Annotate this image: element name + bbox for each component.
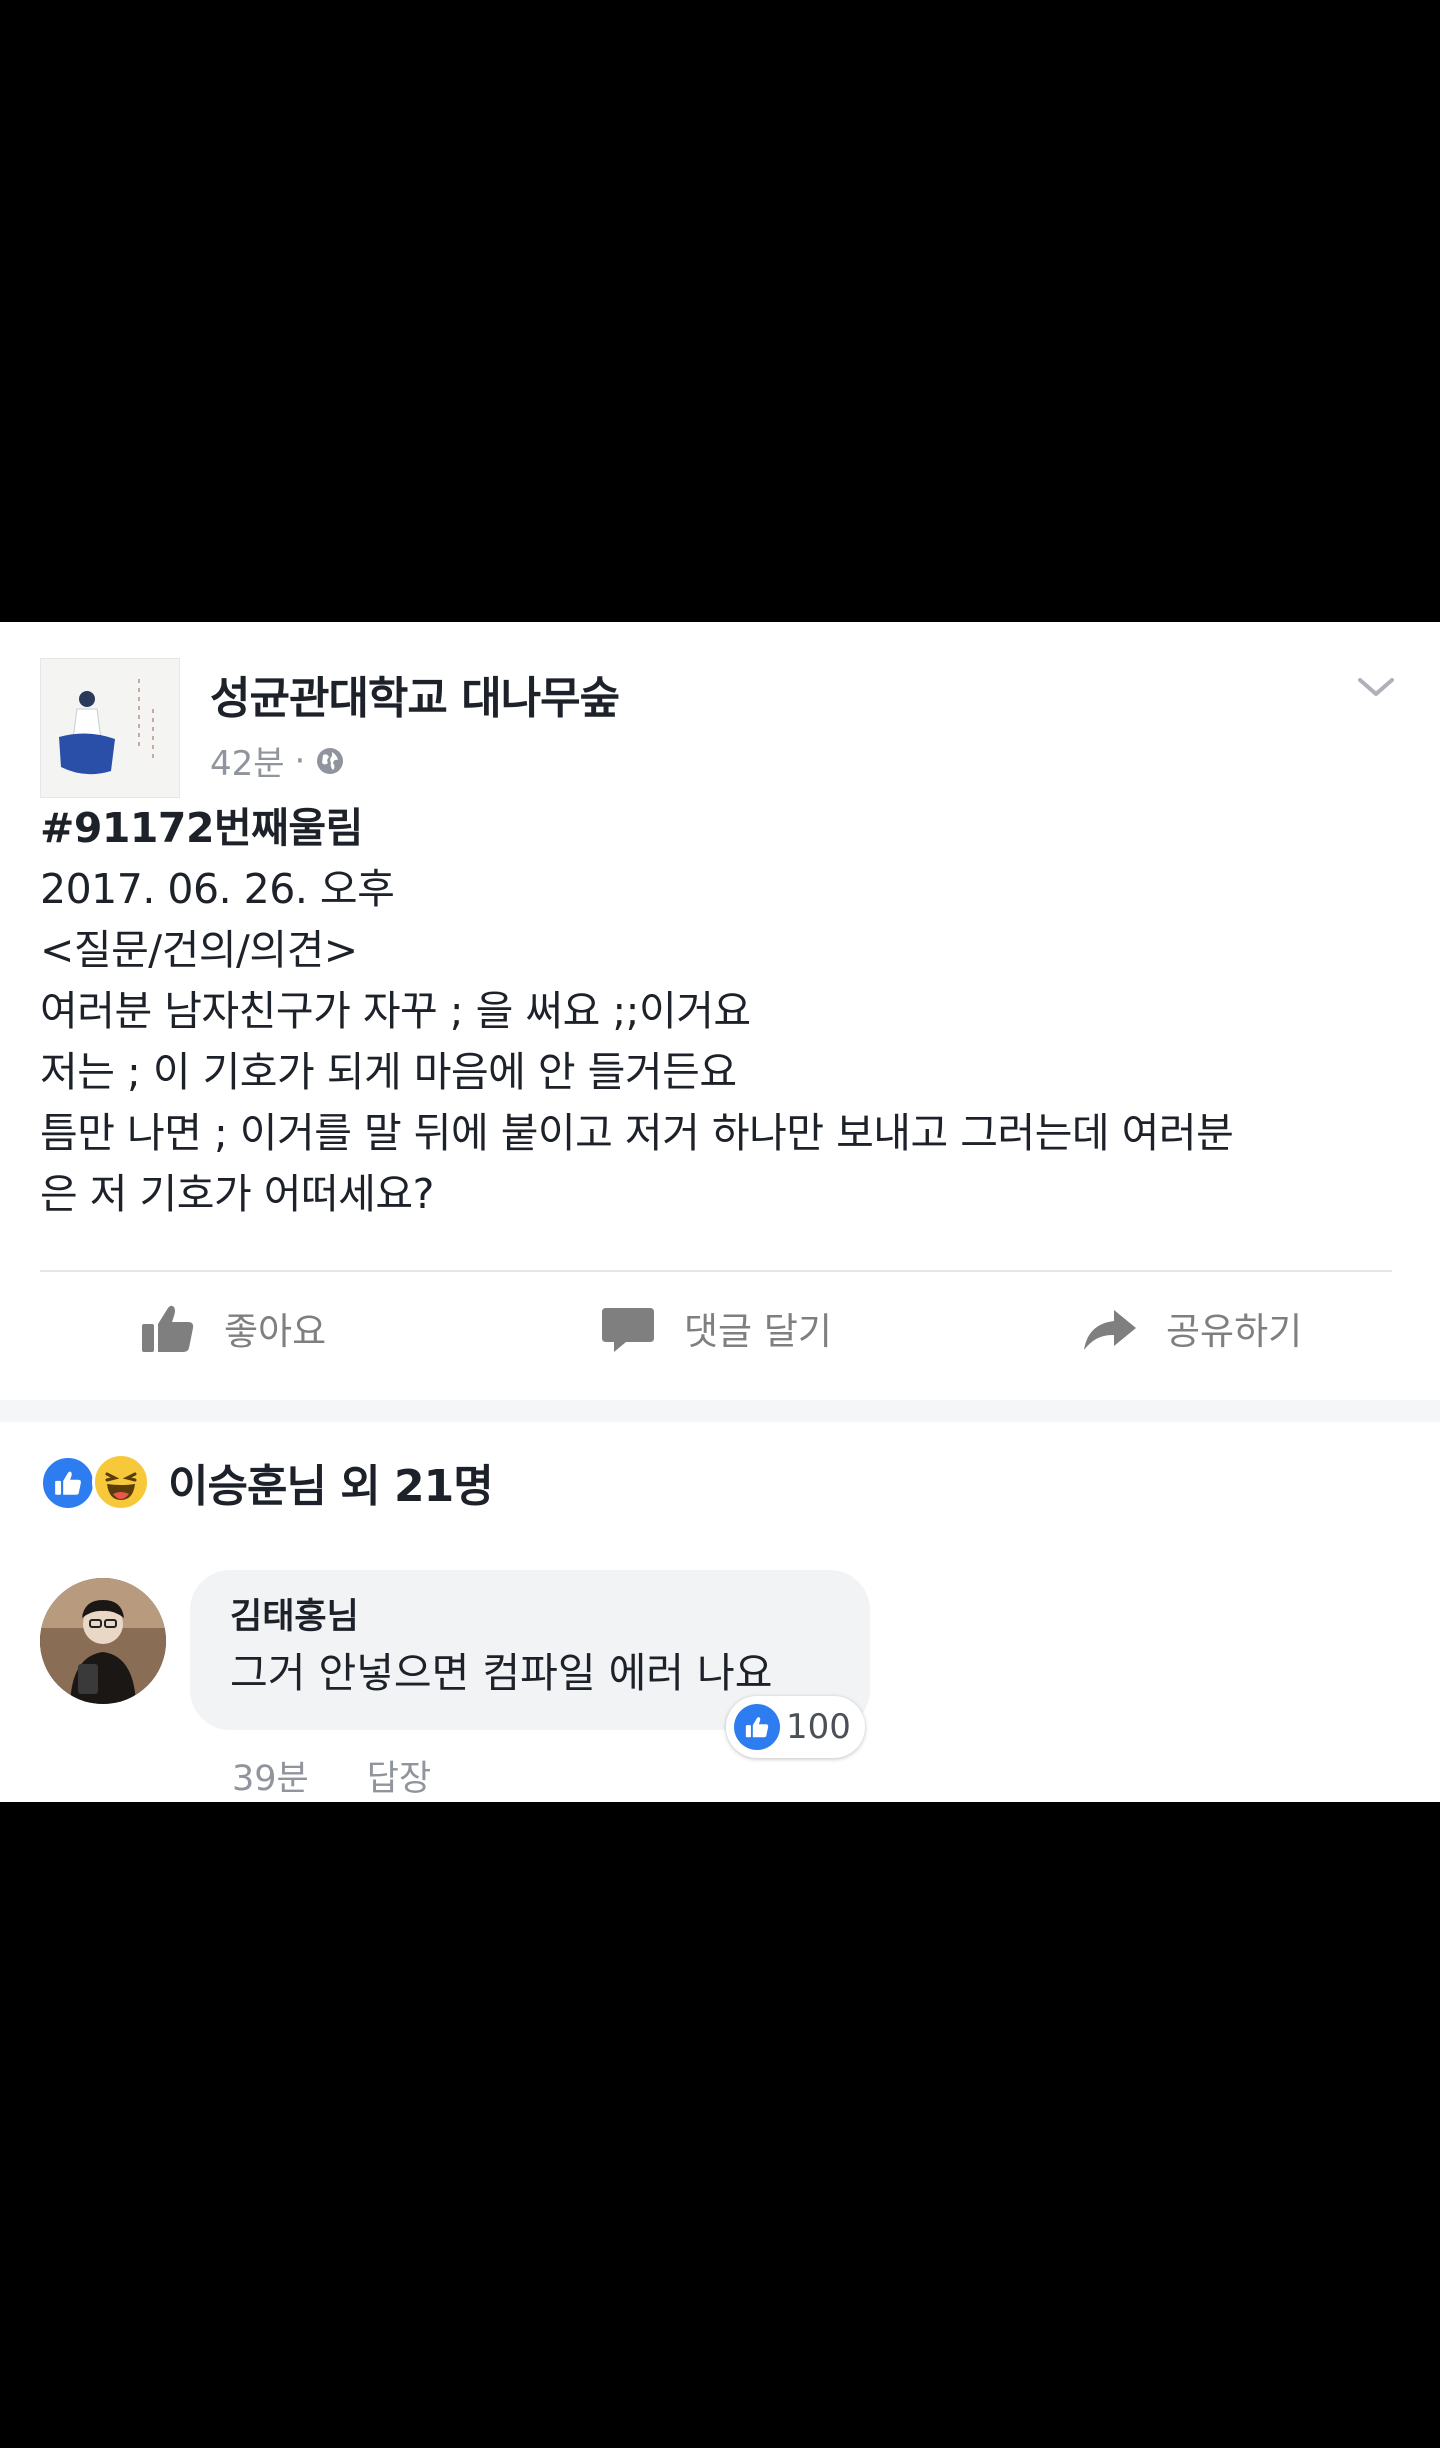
like-label: 좋아요 (224, 1310, 327, 1353)
comment-likes-badge[interactable]: 100 (726, 1696, 865, 1758)
comment-button[interactable]: 댓글 달기 (600, 1272, 832, 1384)
page-avatar[interactable] (40, 658, 180, 798)
post-actions: 좋아요 댓글 달기 공유하기 (0, 1272, 1440, 1384)
post-body: #91172번째울림 2017. 06. 26. 오후 <질문/건의/의견> 여… (40, 798, 1410, 1225)
chevron-down-icon[interactable] (1356, 672, 1396, 702)
reactions-summary[interactable]: 이승훈님 외 21명 (40, 1444, 494, 1520)
post-body-line: 2017. 06. 26. 오후 (40, 865, 395, 913)
post-body-line: 여러분 남자친구가 자꾸 ; 을 써요 ;;이거요 (40, 987, 751, 1035)
like-reaction-icon (734, 1704, 780, 1750)
share-arrow-icon (1084, 1310, 1136, 1350)
share-label: 공유하기 (1166, 1310, 1303, 1353)
comment-bubble-icon (602, 1308, 654, 1352)
like-button[interactable]: 좋아요 (140, 1272, 326, 1384)
post-body-line: 틈만 나면 ; 이거를 말 뒤에 붙이고 저거 하나만 보내고 그러는데 여러분 (40, 1109, 1234, 1157)
post-header: 성균관대학교 대나무숲 42분 · (40, 638, 1400, 798)
reaction-badges (40, 1451, 158, 1513)
comment-meta: 39분 답장 (232, 1750, 431, 1801)
section-separator (0, 1400, 1440, 1422)
meta-separator: · (294, 740, 306, 781)
page-avatar-image (41, 659, 179, 797)
page-name[interactable]: 성균관대학교 대나무숲 (210, 662, 620, 726)
post-body-line: 저는 ; 이 기호가 되게 마음에 안 들거든요 (40, 1048, 737, 1096)
commenter-avatar[interactable] (40, 1578, 166, 1704)
like-reaction-icon (40, 1455, 96, 1511)
comment-text: 그거 안넣으면 컴파일 에러 나요 (230, 1649, 773, 1697)
comment-label: 댓글 달기 (684, 1310, 832, 1353)
comment-like-count: 100 (786, 1707, 851, 1747)
post-body-line: 은 저 기호가 어떠세요? (40, 1170, 434, 1218)
commenter-name[interactable]: 김태홍님 (230, 1592, 830, 1642)
thumbs-up-icon (142, 1305, 194, 1352)
post-time[interactable]: 42분 (210, 736, 285, 785)
post-body-line: <질문/건의/의견> (40, 926, 358, 974)
comment-time[interactable]: 39분 (232, 1750, 309, 1801)
globe-icon (317, 747, 344, 774)
comment: 김태홍님 그거 안넣으면 컴파일 에러 나요 100 39분 답장 (40, 1556, 1400, 1799)
reply-button[interactable]: 답장 (367, 1750, 431, 1801)
haha-reaction-icon (92, 1453, 150, 1511)
share-button[interactable]: 공유하기 (1082, 1272, 1302, 1384)
reactions-summary-text: 이승훈님 외 21명 (168, 1461, 494, 1512)
post-card: 성균관대학교 대나무숲 42분 · #91172번째울림 2017. 06. 2… (0, 622, 1440, 1802)
post-meta: 42분 · (210, 736, 345, 785)
post-hashtag[interactable]: #91172번째울림 (40, 798, 1410, 859)
